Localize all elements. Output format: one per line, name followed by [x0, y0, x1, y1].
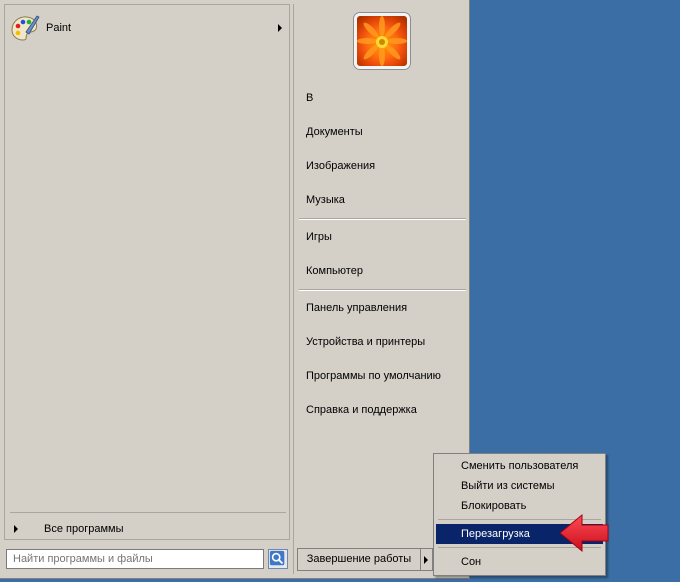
log-off-item[interactable]: Выйти из системы: [436, 476, 603, 496]
arrow-right-icon: [14, 525, 18, 533]
paint-palette-icon: [11, 15, 40, 41]
shutdown-button[interactable]: Завершение работы: [297, 548, 421, 571]
search-button[interactable]: [268, 549, 288, 569]
all-programs-label: Все программы: [44, 523, 124, 535]
devices-printers-link[interactable]: Устройства и принтеры: [306, 332, 425, 352]
documents-link[interactable]: Документы: [306, 122, 363, 142]
divider: [299, 219, 466, 220]
control-panel-link[interactable]: Панель управления: [306, 298, 407, 318]
pane-divider: [293, 4, 294, 574]
submenu-arrow-icon[interactable]: [278, 24, 282, 32]
divider: [299, 290, 466, 291]
divider: [10, 512, 286, 513]
start-menu: Paint Все программы Найти программы и фа…: [0, 0, 470, 579]
pictures-link[interactable]: Изображения: [306, 156, 375, 176]
search-icon: [269, 550, 285, 566]
switch-user-item[interactable]: Сменить пользователя: [436, 456, 603, 476]
all-programs-item[interactable]: Все программы: [6, 518, 286, 540]
music-link[interactable]: Музыка: [306, 190, 345, 210]
user-picture[interactable]: [354, 13, 410, 69]
help-support-link[interactable]: Справка и поддержка: [306, 400, 417, 420]
shutdown-options-button[interactable]: [421, 548, 433, 571]
default-programs-link[interactable]: Программы по умолчанию: [306, 366, 441, 386]
sleep-item[interactable]: Сон: [436, 552, 603, 572]
arrow-right-icon: [424, 556, 428, 564]
flower-icon: [357, 16, 407, 66]
search-input[interactable]: [6, 549, 264, 569]
user-folder-link[interactable]: В: [306, 88, 313, 108]
games-link[interactable]: Игры: [306, 227, 332, 247]
computer-link[interactable]: Компьютер: [306, 261, 363, 281]
programs-pane: [4, 4, 290, 540]
program-item-label: Paint: [46, 22, 72, 34]
annotation-arrow-icon: [559, 513, 609, 553]
program-item-paint[interactable]: Paint: [6, 10, 288, 46]
